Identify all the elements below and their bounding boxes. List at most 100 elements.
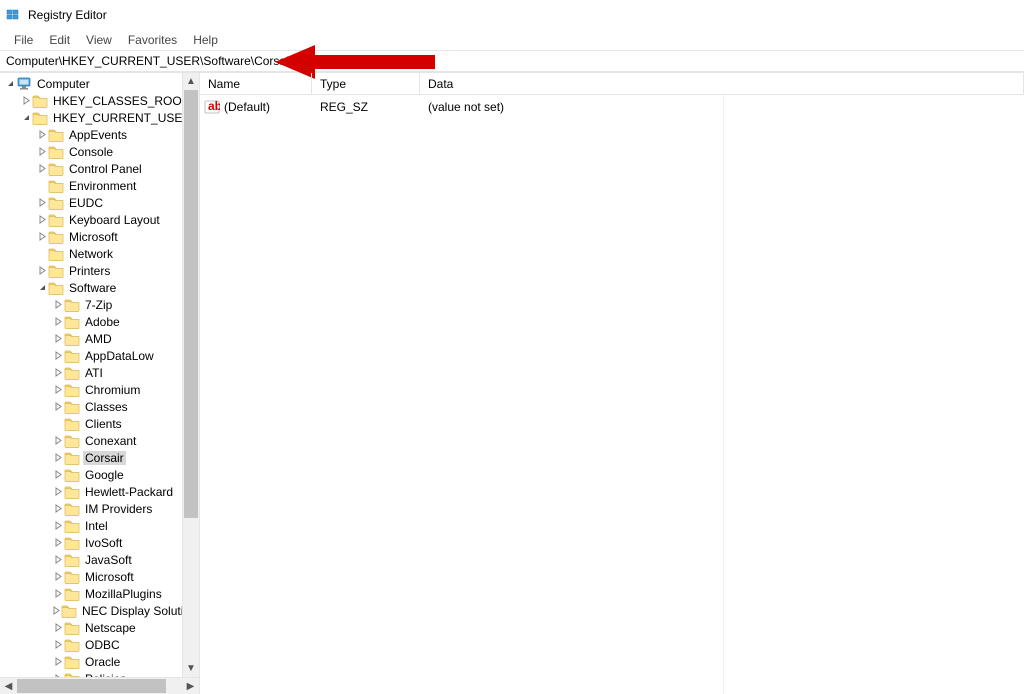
- tree-node-label[interactable]: EUDC: [67, 196, 105, 210]
- expand-icon[interactable]: [36, 198, 48, 207]
- tree-node-amd[interactable]: AMD: [0, 330, 199, 347]
- tree-node-hewlett-packard[interactable]: Hewlett-Packard: [0, 483, 199, 500]
- tree-node-microsoft[interactable]: Microsoft: [0, 228, 199, 245]
- tree-node-label[interactable]: Network: [67, 247, 115, 261]
- tree-node-label[interactable]: Corsair: [83, 451, 126, 465]
- expand-icon[interactable]: [52, 317, 64, 326]
- expand-icon[interactable]: [36, 147, 48, 156]
- tree-node-appdatalow[interactable]: AppDataLow: [0, 347, 199, 364]
- tree-node-oracle[interactable]: Oracle: [0, 653, 199, 670]
- expand-icon[interactable]: [52, 385, 64, 394]
- tree-node-label[interactable]: ODBC: [83, 638, 122, 652]
- tree-node-label[interactable]: Classes: [83, 400, 130, 414]
- expand-icon[interactable]: [52, 657, 64, 666]
- expand-icon[interactable]: [52, 640, 64, 649]
- expand-icon[interactable]: [52, 555, 64, 564]
- expand-icon[interactable]: [52, 334, 64, 343]
- tree-node-label[interactable]: AppDataLow: [83, 349, 156, 363]
- tree-node-label[interactable]: JavaSoft: [83, 553, 134, 567]
- tree-node-control-panel[interactable]: Control Panel: [0, 160, 199, 177]
- list-row[interactable]: ab(Default)REG_SZ(value not set): [200, 98, 1024, 115]
- expand-icon[interactable]: [52, 606, 61, 615]
- tree-node-odbc[interactable]: ODBC: [0, 636, 199, 653]
- collapse-icon[interactable]: [4, 79, 16, 88]
- tree-node-intel[interactable]: Intel: [0, 517, 199, 534]
- tree-node-clients[interactable]: Clients: [0, 415, 199, 432]
- scroll-thumb[interactable]: [17, 679, 166, 693]
- expand-icon[interactable]: [52, 368, 64, 377]
- tree-node-label[interactable]: Chromium: [83, 383, 142, 397]
- tree-node-label[interactable]: Intel: [83, 519, 110, 533]
- scroll-left-icon[interactable]: ◀: [0, 678, 17, 694]
- tree-node-label[interactable]: Netscape: [83, 621, 138, 635]
- expand-icon[interactable]: [52, 572, 64, 581]
- tree-node-im-providers[interactable]: IM Providers: [0, 500, 199, 517]
- tree-node-label[interactable]: ATI: [83, 366, 105, 380]
- expand-icon[interactable]: [36, 232, 48, 241]
- tree-node-javasoft[interactable]: JavaSoft: [0, 551, 199, 568]
- tree-node-label[interactable]: Microsoft: [67, 230, 120, 244]
- tree-node-label[interactable]: Control Panel: [67, 162, 144, 176]
- tree-node-label[interactable]: IM Providers: [83, 502, 154, 516]
- collapse-icon[interactable]: [20, 113, 32, 122]
- column-header-data[interactable]: Data: [420, 73, 1024, 94]
- expand-icon[interactable]: [52, 470, 64, 479]
- tree-node-label[interactable]: AppEvents: [67, 128, 129, 142]
- tree-node-label[interactable]: AMD: [83, 332, 114, 346]
- scroll-down-icon[interactable]: ▼: [183, 660, 199, 677]
- tree-node-label[interactable]: Console: [67, 145, 115, 159]
- tree-node-mozillaplugins[interactable]: MozillaPlugins: [0, 585, 199, 602]
- tree-node-label[interactable]: Oracle: [83, 655, 122, 669]
- tree-node-label[interactable]: Conexant: [83, 434, 138, 448]
- tree-node-label[interactable]: Clients: [83, 417, 124, 431]
- expand-icon[interactable]: [36, 266, 48, 275]
- tree-node-chromium[interactable]: Chromium: [0, 381, 199, 398]
- expand-icon[interactable]: [36, 215, 48, 224]
- tree-node-printers[interactable]: Printers: [0, 262, 199, 279]
- expand-icon[interactable]: [52, 453, 64, 462]
- tree-node-label[interactable]: MozillaPlugins: [83, 587, 164, 601]
- tree-node-hkey-classes-root[interactable]: HKEY_CLASSES_ROOT: [0, 92, 199, 109]
- tree-node-netscape[interactable]: Netscape: [0, 619, 199, 636]
- tree-node-label[interactable]: Adobe: [83, 315, 122, 329]
- column-header-name[interactable]: Name: [200, 73, 312, 94]
- expand-icon[interactable]: [52, 487, 64, 496]
- expand-icon[interactable]: [52, 589, 64, 598]
- tree-node-keyboard-layout[interactable]: Keyboard Layout: [0, 211, 199, 228]
- tree-node-7-zip[interactable]: 7-Zip: [0, 296, 199, 313]
- menu-edit[interactable]: Edit: [41, 31, 78, 49]
- scroll-track[interactable]: [17, 678, 182, 694]
- column-header-type[interactable]: Type: [312, 73, 420, 94]
- tree-node-label[interactable]: HKEY_CURRENT_USER: [51, 111, 193, 125]
- tree-node-console[interactable]: Console: [0, 143, 199, 160]
- scroll-up-icon[interactable]: ▲: [183, 73, 199, 90]
- tree-node-ati[interactable]: ATI: [0, 364, 199, 381]
- menu-favorites[interactable]: Favorites: [120, 31, 185, 49]
- address-input[interactable]: [4, 52, 1024, 70]
- menu-file[interactable]: File: [6, 31, 41, 49]
- tree-node-eudc[interactable]: EUDC: [0, 194, 199, 211]
- tree-node-label[interactable]: 7-Zip: [83, 298, 114, 312]
- expand-icon[interactable]: [36, 130, 48, 139]
- expand-icon[interactable]: [52, 402, 64, 411]
- tree-vertical-scrollbar[interactable]: ▲ ▼: [182, 73, 199, 677]
- tree-node-classes[interactable]: Classes: [0, 398, 199, 415]
- tree-node-nec-display-solutions[interactable]: NEC Display Solutions: [0, 602, 199, 619]
- tree-node-label[interactable]: Keyboard Layout: [67, 213, 162, 227]
- collapse-icon[interactable]: [36, 283, 48, 292]
- tree-node-ivosoft[interactable]: IvoSoft: [0, 534, 199, 551]
- expand-icon[interactable]: [20, 96, 32, 105]
- list-body[interactable]: ab(Default)REG_SZ(value not set): [200, 95, 1024, 115]
- tree-node-network[interactable]: Network: [0, 245, 199, 262]
- tree-node-environment[interactable]: Environment: [0, 177, 199, 194]
- tree-node-hkey-current-user[interactable]: HKEY_CURRENT_USER: [0, 109, 199, 126]
- tree-node-appevents[interactable]: AppEvents: [0, 126, 199, 143]
- expand-icon[interactable]: [52, 436, 64, 445]
- expand-icon[interactable]: [52, 300, 64, 309]
- expand-icon[interactable]: [52, 521, 64, 530]
- tree-node-label[interactable]: Microsoft: [83, 570, 136, 584]
- expand-icon[interactable]: [52, 351, 64, 360]
- scroll-right-icon[interactable]: ▶: [182, 678, 199, 694]
- expand-icon[interactable]: [36, 164, 48, 173]
- tree-node-label[interactable]: IvoSoft: [83, 536, 124, 550]
